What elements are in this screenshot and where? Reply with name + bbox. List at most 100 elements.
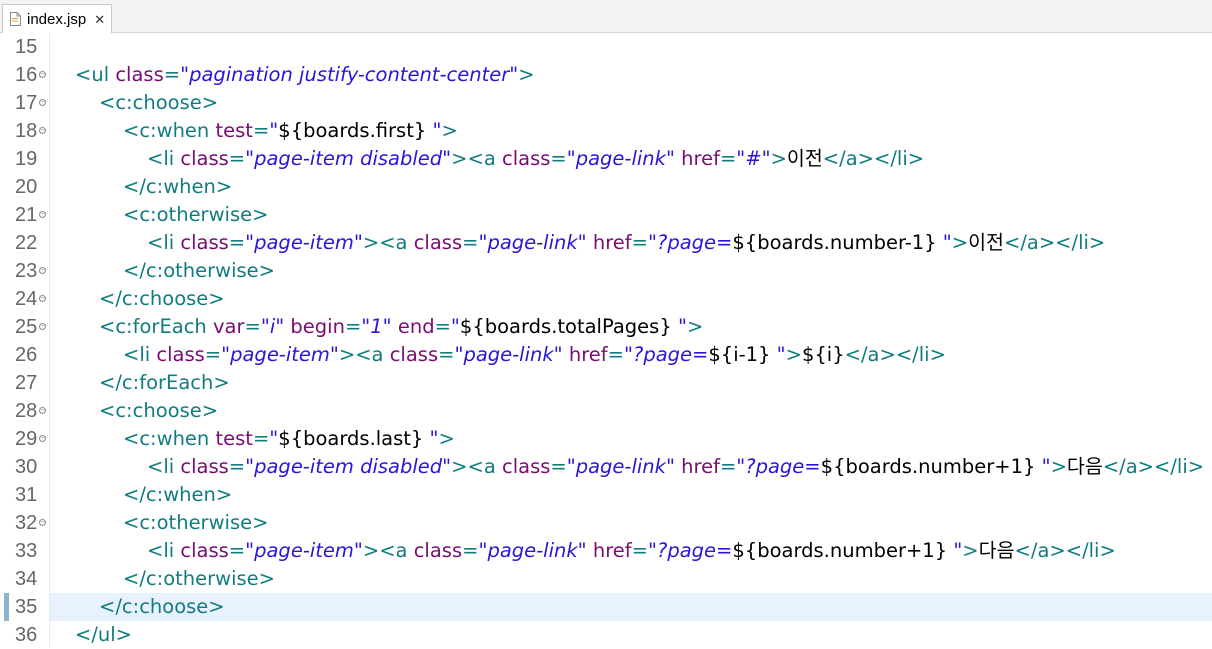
code-token-tag: ><a [338, 343, 390, 366]
close-icon[interactable]: ✕ [94, 13, 105, 26]
code-token-tag: = [550, 455, 567, 478]
code-token-val: "page-link" [566, 455, 682, 478]
line-number: 36 [15, 624, 38, 646]
code-token-attr: begin [290, 315, 345, 338]
code-line[interactable]: <c:otherwise> [50, 509, 1212, 537]
code-token-txt: 이전 [786, 147, 823, 170]
code-token-tag: </a></li> [822, 147, 925, 170]
gutter-line: 21− [0, 201, 50, 229]
code-token-tag: > [770, 147, 787, 170]
code-token-txt: 이전 [968, 231, 1004, 254]
code-line[interactable]: <li class="page-item"><a class="page-lin… [50, 537, 1212, 565]
gutter-line: 22 [0, 229, 50, 257]
code-line[interactable]: <c:when test="${boards.last} "> [50, 425, 1212, 453]
code-token-tag: </c:when> [123, 175, 233, 198]
code-line[interactable]: </c:otherwise> [50, 565, 1212, 593]
code-token-tag: = [631, 231, 648, 254]
code-token-val: "i" [260, 315, 291, 338]
code-line[interactable]: </c:when> [50, 481, 1212, 509]
code-token-attr: class [389, 343, 439, 366]
code-token-tag: <li [147, 147, 181, 170]
code-token-attr: class [180, 455, 229, 478]
code-token-attr: href [681, 147, 720, 170]
code-token-val: "page-link" [478, 539, 593, 562]
gutter-line: 17− [0, 89, 50, 117]
code-token-attr: class [180, 539, 229, 562]
code-line[interactable]: <li class="page-item"><a class="page-lin… [50, 341, 1212, 369]
fold-toggle-icon[interactable]: − [39, 407, 46, 414]
fold-toggle-icon[interactable]: − [39, 323, 46, 330]
code-token-tag: ><a [451, 455, 502, 478]
gutter-line: 29− [0, 425, 50, 453]
code-token-tag: </a></li> [1102, 455, 1205, 478]
code-token-tag: = [163, 63, 181, 86]
gutter-line: 16− [0, 61, 50, 89]
code-line[interactable]: </c:forEach> [50, 369, 1212, 397]
code-line[interactable]: <c:choose> [50, 397, 1212, 425]
code-token-val: "page-item" [245, 231, 363, 254]
code-token-tag: = [719, 455, 737, 478]
line-number: 21 [15, 204, 38, 226]
code-token-tag: > [518, 63, 535, 86]
tab-index-jsp[interactable]: index.jsp ✕ [2, 4, 112, 33]
fold-toggle-icon[interactable]: − [39, 127, 46, 134]
gutter-line: 31 [0, 481, 50, 509]
fold-toggle-icon[interactable]: − [39, 295, 46, 302]
fold-toggle-icon[interactable]: − [39, 267, 46, 274]
fold-toggle-icon[interactable]: − [39, 99, 46, 106]
code-line[interactable]: <li class="page-item"><a class="page-lin… [50, 229, 1212, 257]
code-token-tag: </c:otherwise> [123, 567, 276, 590]
code-line[interactable]: <c:otherwise> [50, 201, 1212, 229]
gutter-line: 27 [0, 369, 50, 397]
code-token-txt: ${boards.first} [278, 119, 433, 142]
code-token-tag: > [686, 315, 704, 338]
code-token-tag: > [441, 119, 458, 142]
code-token-val: "?page= [624, 343, 709, 366]
line-number: 20 [15, 176, 38, 198]
line-number: 18 [15, 120, 38, 142]
code-line[interactable]: <li class="page-item disabled"><a class=… [50, 145, 1212, 173]
code-token-tag: = [228, 147, 246, 170]
code-token-val: "pagination justify-content-center" [180, 63, 519, 86]
code-area[interactable]: <ul class="pagination justify-content-ce… [50, 33, 1212, 647]
code-token-val: "page-item" [221, 343, 339, 366]
code-line[interactable] [50, 33, 1212, 61]
code-token-attr: test [215, 119, 253, 142]
editor-tab-bar: index.jsp ✕ [0, 0, 1212, 33]
gutter-line: 20 [0, 173, 50, 201]
code-line[interactable]: <li class="page-item disabled"><a class=… [50, 453, 1212, 481]
code-line[interactable]: </c:choose> [50, 593, 1212, 621]
code-token-val: "page-item" [245, 539, 363, 562]
code-line[interactable]: </c:when> [50, 173, 1212, 201]
code-token-txt: ${i} [801, 343, 845, 366]
code-line[interactable]: <ul class="pagination justify-content-ce… [50, 61, 1212, 89]
code-token-tag: = [204, 343, 222, 366]
gutter-line: 28− [0, 397, 50, 425]
gutter-line: 23− [0, 257, 50, 285]
code-line[interactable]: </c:otherwise> [50, 257, 1212, 285]
code-token-tag: <c:choose> [99, 399, 219, 422]
fold-toggle-icon[interactable]: − [39, 519, 46, 526]
code-line[interactable]: </c:choose> [50, 285, 1212, 313]
line-number: 17 [15, 92, 38, 114]
code-token-tag: = [462, 231, 479, 254]
code-line[interactable]: <c:when test="${boards.first} "> [50, 117, 1212, 145]
code-token-val: " [776, 343, 786, 366]
code-line[interactable]: </ul> [50, 621, 1212, 649]
line-number: 19 [15, 148, 38, 170]
code-token-attr: class [115, 63, 164, 86]
code-line[interactable]: <c:forEach var="i" begin="1" end="${boar… [50, 313, 1212, 341]
line-number: 34 [15, 568, 38, 590]
code-token-tag: </c:choose> [99, 595, 225, 618]
gutter-line: 35 [0, 593, 50, 621]
fold-toggle-icon[interactable]: − [39, 435, 46, 442]
line-number: 23 [15, 260, 38, 282]
line-number: 33 [15, 540, 38, 562]
fold-toggle-icon[interactable]: − [39, 71, 46, 78]
line-number: 26 [15, 344, 38, 366]
fold-toggle-icon[interactable]: − [39, 211, 46, 218]
code-token-tag: <li [147, 231, 181, 254]
code-token-tag: <li [147, 455, 181, 478]
code-line[interactable]: <c:choose> [50, 89, 1212, 117]
editor-body: 15 16−17−18−19 20 21−22 23−24−25−26 27 28−29−3… [0, 33, 1212, 647]
